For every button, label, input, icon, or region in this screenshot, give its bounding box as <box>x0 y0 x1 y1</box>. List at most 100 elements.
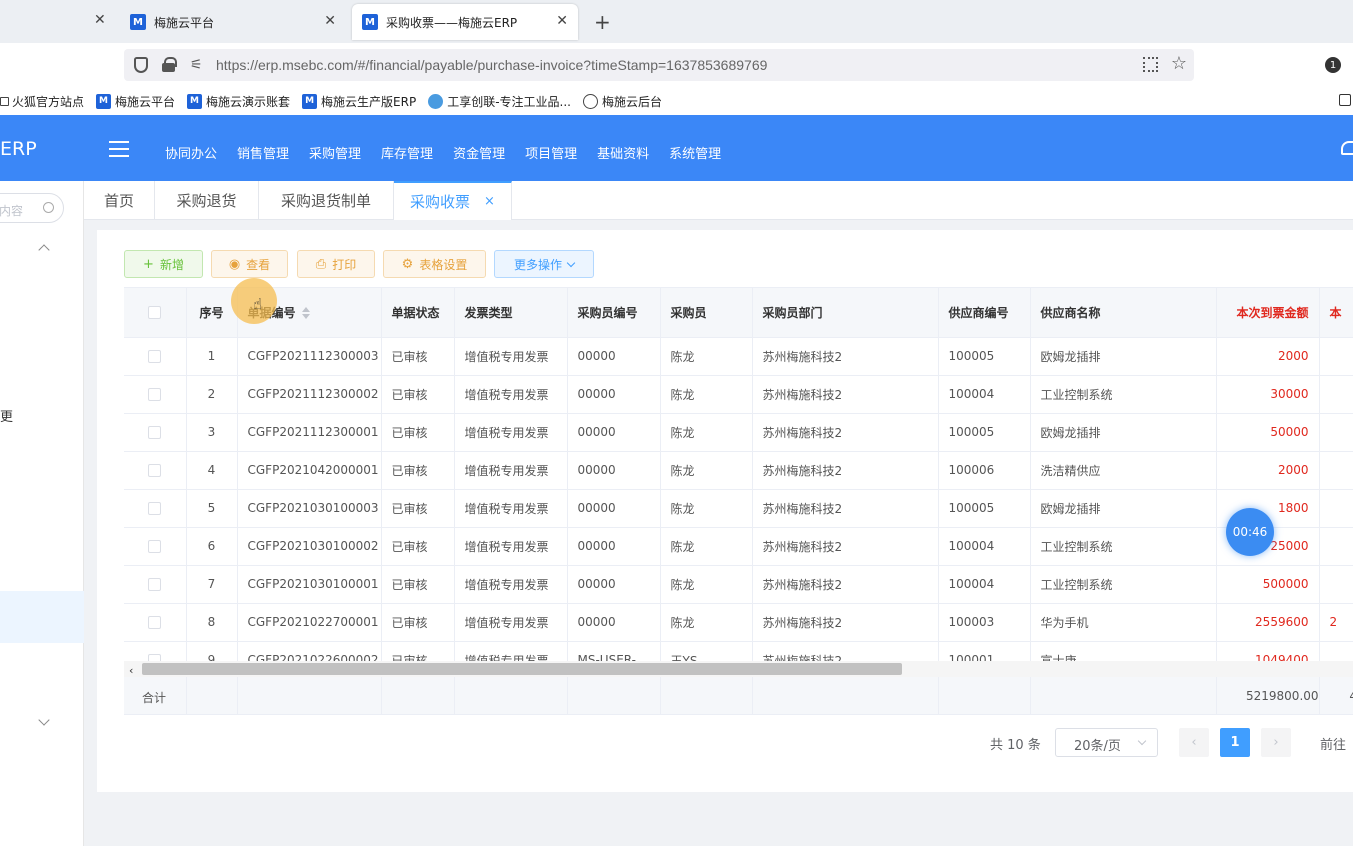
sidebar-search-input[interactable]: 内容 <box>0 193 64 223</box>
row-checkbox-cell[interactable] <box>124 489 187 528</box>
table-row[interactable]: 2 CGFP2021112300002 已审核 增值税专用发票 00000 陈龙 苏州梅施科… <box>124 375 1353 414</box>
view-button[interactable]: ◉ 查看 <box>211 250 288 278</box>
bookmark-platform[interactable]: M 梅施云平台 <box>96 93 175 110</box>
table-row[interactable]: 5 CGFP2021030100003 已审核 增值税专用发票 00000 陈龙 苏州梅施科… <box>124 489 1353 528</box>
browser-tab-active[interactable]: M 采购收票——梅施云ERP ✕ <box>352 4 578 40</box>
table-row[interactable]: 6 CGFP2021030100002 已审核 增值税专用发票 00000 陈龙 苏州梅施科… <box>124 527 1353 566</box>
close-tab-icon[interactable]: ✕ <box>324 13 336 29</box>
table-row[interactable]: 4 CGFP2021042000001 已审核 增值税专用发票 00000 陈龙 苏州梅施科… <box>124 451 1353 490</box>
nav-item[interactable]: 系统管理 <box>669 143 721 162</box>
checkbox[interactable] <box>148 540 162 553</box>
table-row[interactable]: 1 CGFP2021112300003 已审核 增值税专用发票 00000 陈龙 苏州梅施科… <box>124 337 1353 376</box>
table-row[interactable]: 8 CGFP2021022700001 已审核 增值税专用发票 00000 陈龙 苏州梅施科… <box>124 603 1353 642</box>
globe-icon <box>583 93 598 109</box>
nav-item[interactable]: 基础资料 <box>597 143 649 162</box>
row-checkbox-cell[interactable] <box>124 375 187 414</box>
nav-item[interactable]: 库存管理 <box>381 143 433 162</box>
bookmarks-bar: 火狐官方站点 M 梅施云平台 M 梅施云演示账套 M 梅施云生产版ERP 工享创… <box>0 87 1353 115</box>
more-actions-button[interactable]: 更多操作 <box>494 250 594 278</box>
star-icon[interactable]: ☆ <box>1171 53 1187 74</box>
checkbox[interactable] <box>148 502 162 515</box>
table-cell: 已审核 <box>381 451 455 490</box>
bookmark-admin[interactable]: 梅施云后台 <box>583 93 662 110</box>
table-settings-button[interactable]: ⚙ 表格设置 <box>383 250 486 278</box>
bell-icon[interactable] <box>1341 141 1353 155</box>
select-all-checkbox[interactable] <box>124 288 187 338</box>
checkbox[interactable] <box>148 426 162 439</box>
sort-icon[interactable] <box>301 307 310 320</box>
row-checkbox-cell[interactable] <box>124 413 187 452</box>
permissions-icon[interactable]: ⚟ <box>190 57 203 73</box>
prev-page-button[interactable]: ‹ <box>1179 728 1209 757</box>
table-cell: 华为手机 <box>1030 603 1217 642</box>
browser-tab-platform[interactable]: M 梅施云平台 ✕ <box>120 4 346 40</box>
menu-toggle-icon[interactable] <box>109 141 129 157</box>
chevron-up-icon[interactable] <box>38 244 50 256</box>
bookmarks-menu-icon[interactable] <box>1339 94 1351 106</box>
checkbox[interactable] <box>148 350 162 363</box>
sidebar-item-active[interactable] <box>0 591 84 643</box>
next-page-button[interactable]: › <box>1261 728 1291 757</box>
print-button[interactable]: ⎙ 打印 <box>297 250 375 278</box>
bookmark-demo[interactable]: M 梅施云演示账套 <box>187 93 290 110</box>
table-cell: 00000 <box>567 603 661 642</box>
scroll-left-icon[interactable]: ‹ <box>129 664 133 677</box>
close-tab-icon[interactable]: ✕ <box>556 13 568 29</box>
shield-icon[interactable] <box>134 57 148 73</box>
close-tab-icon[interactable]: ✕ <box>94 12 106 28</box>
url-text[interactable]: https://erp.msebc.com/#/financial/payabl… <box>216 57 767 73</box>
row-checkbox-cell[interactable] <box>124 641 187 661</box>
table-cell: 2000 <box>1216 337 1320 376</box>
more-actions-label: 更多操作 <box>513 257 562 272</box>
checkbox[interactable] <box>148 654 162 661</box>
app-logo[interactable]: ERP <box>0 138 37 160</box>
nav-item[interactable]: 项目管理 <box>525 143 577 162</box>
table-cell <box>1319 641 1353 661</box>
table-cell: 增值税专用发票 <box>454 527 568 566</box>
nav-item[interactable]: 采购管理 <box>309 143 361 162</box>
table-row[interactable]: 9 CGFP2021022600002 已审核 增值税专用发票 MS-USER- 王YS 苏… <box>124 641 1353 661</box>
table-cell: 6 <box>186 527 238 566</box>
extension-badge[interactable]: 1 <box>1325 57 1341 73</box>
recording-timer[interactable]: 00:46 <box>1226 508 1274 556</box>
add-button[interactable]: + 新增 <box>124 250 203 278</box>
table-row[interactable]: 3 CGFP2021112300001 已审核 增值税专用发票 00000 陈龙 苏州梅施科… <box>124 413 1353 452</box>
nav-item[interactable]: 资金管理 <box>453 143 505 162</box>
bookmark-gxcl[interactable]: 工享创联-专注工业品... <box>428 93 571 110</box>
table-cell <box>1319 527 1353 566</box>
nav-item[interactable]: 协同办公 <box>165 143 217 162</box>
bookmark-firefox[interactable]: 火狐官方站点 <box>0 93 84 110</box>
row-checkbox-cell[interactable] <box>124 527 187 566</box>
chevron-down-icon[interactable] <box>38 714 50 726</box>
sidebar-item-label[interactable]: 更 <box>0 406 13 425</box>
checkbox[interactable] <box>148 306 162 320</box>
table-header-row: 序号 单据编号 单据状态 发票类型 采购员编号 采购员 采购员部门 供应商编号 … <box>124 288 1353 338</box>
table-row[interactable]: 7 CGFP2021030100001 已审核 增值税专用发票 00000 陈龙 苏州梅施科… <box>124 565 1353 604</box>
tag-purchase-return[interactable]: 采购退货 <box>155 181 259 220</box>
row-checkbox-cell[interactable] <box>124 565 187 604</box>
tag-purchase-invoice[interactable]: 采购收票 × <box>394 181 512 220</box>
row-checkbox-cell[interactable] <box>124 337 187 376</box>
checkbox[interactable] <box>148 578 162 591</box>
checkbox[interactable] <box>148 388 162 401</box>
tag-purchase-return-create[interactable]: 采购退货制单 <box>259 181 394 220</box>
row-checkbox-cell[interactable] <box>124 603 187 642</box>
table-cell: 苏州梅施科技2 <box>752 565 939 604</box>
nav-item[interactable]: 销售管理 <box>237 143 289 162</box>
bookmark-prod-erp[interactable]: M 梅施云生产版ERP <box>302 93 416 110</box>
tag-home[interactable]: 首页 <box>84 181 155 220</box>
qr-code-icon[interactable] <box>1143 57 1158 72</box>
close-icon[interactable]: × <box>484 194 495 209</box>
row-checkbox-cell[interactable] <box>124 451 187 490</box>
checkbox[interactable] <box>148 616 162 629</box>
page-size-select[interactable]: 20条/页 <box>1055 728 1158 757</box>
pager-total: 共 10 条 <box>990 738 1041 753</box>
horizontal-scrollbar[interactable]: ‹ <box>124 661 1353 677</box>
scrollbar-thumb[interactable] <box>142 663 902 675</box>
page-number-current[interactable]: 1 <box>1220 728 1250 757</box>
checkbox[interactable] <box>148 464 162 477</box>
lock-icon[interactable] <box>162 57 177 72</box>
new-tab-icon[interactable]: + <box>594 10 611 34</box>
search-icon[interactable] <box>43 202 54 213</box>
url-box[interactable]: ⚟ https://erp.msebc.com/#/financial/paya… <box>124 49 1194 81</box>
